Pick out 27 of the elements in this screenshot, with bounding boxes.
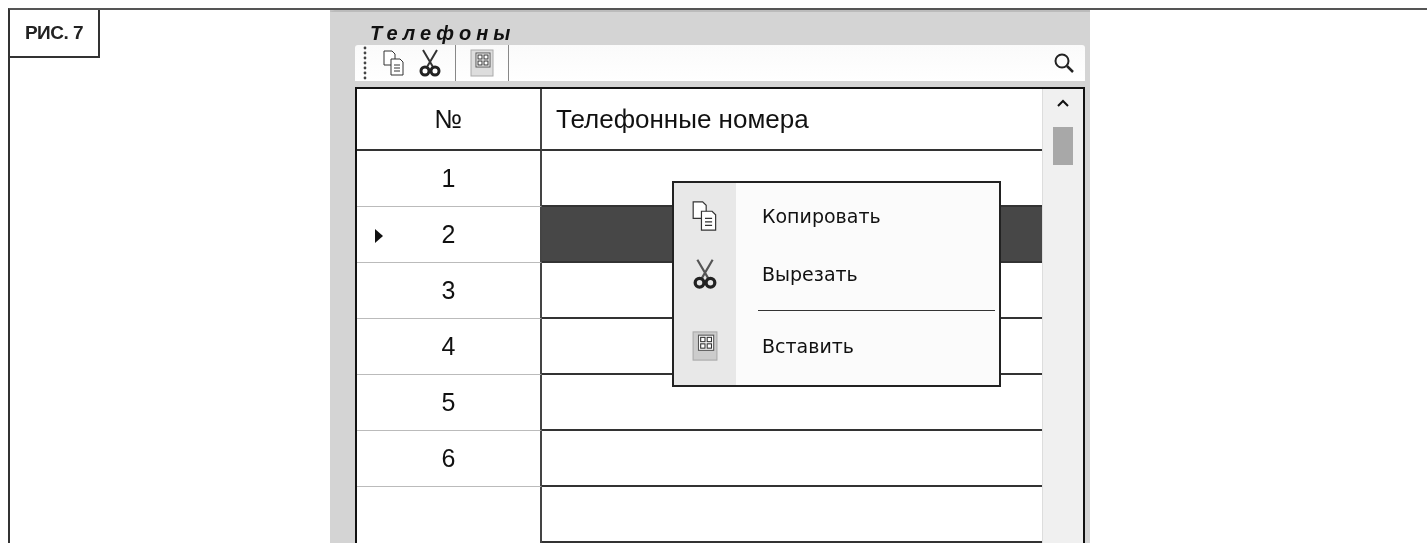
copy-icon[interactable] <box>383 50 405 76</box>
row-number: 5 <box>441 388 456 417</box>
row-number: 2 <box>441 220 456 249</box>
menu-item[interactable]: Вырезать <box>674 245 999 303</box>
paste-icon[interactable] <box>470 49 494 77</box>
row-number-cell[interactable]: 5 <box>357 375 542 431</box>
scrollbar[interactable] <box>1042 89 1083 543</box>
row-number-cell[interactable]: 6 <box>357 431 542 487</box>
panel-title: Телефоны <box>370 22 517 45</box>
row-number: 3 <box>441 276 456 305</box>
scroll-up-icon[interactable] <box>1057 99 1070 107</box>
copy-icon <box>692 200 718 232</box>
row-number: 4 <box>441 332 456 361</box>
column-header[interactable]: № <box>357 89 542 151</box>
scrollbar-thumb[interactable] <box>1053 127 1074 165</box>
paste-icon <box>692 329 718 363</box>
scissors-icon[interactable] <box>419 49 441 77</box>
grip-icon[interactable] <box>363 46 367 80</box>
row-number-cell[interactable]: 3 <box>357 263 542 319</box>
row-number-cell[interactable]: 4 <box>357 319 542 375</box>
row-number: 6 <box>441 444 456 473</box>
menu-item[interactable]: Вставить <box>674 317 999 375</box>
row-number: 1 <box>441 164 456 193</box>
search-icon[interactable] <box>1053 52 1075 74</box>
figure-label: РИС. 7 <box>10 10 100 58</box>
menu-item[interactable]: Копировать <box>674 187 999 245</box>
row-number-cell[interactable]: 1 <box>357 151 542 207</box>
